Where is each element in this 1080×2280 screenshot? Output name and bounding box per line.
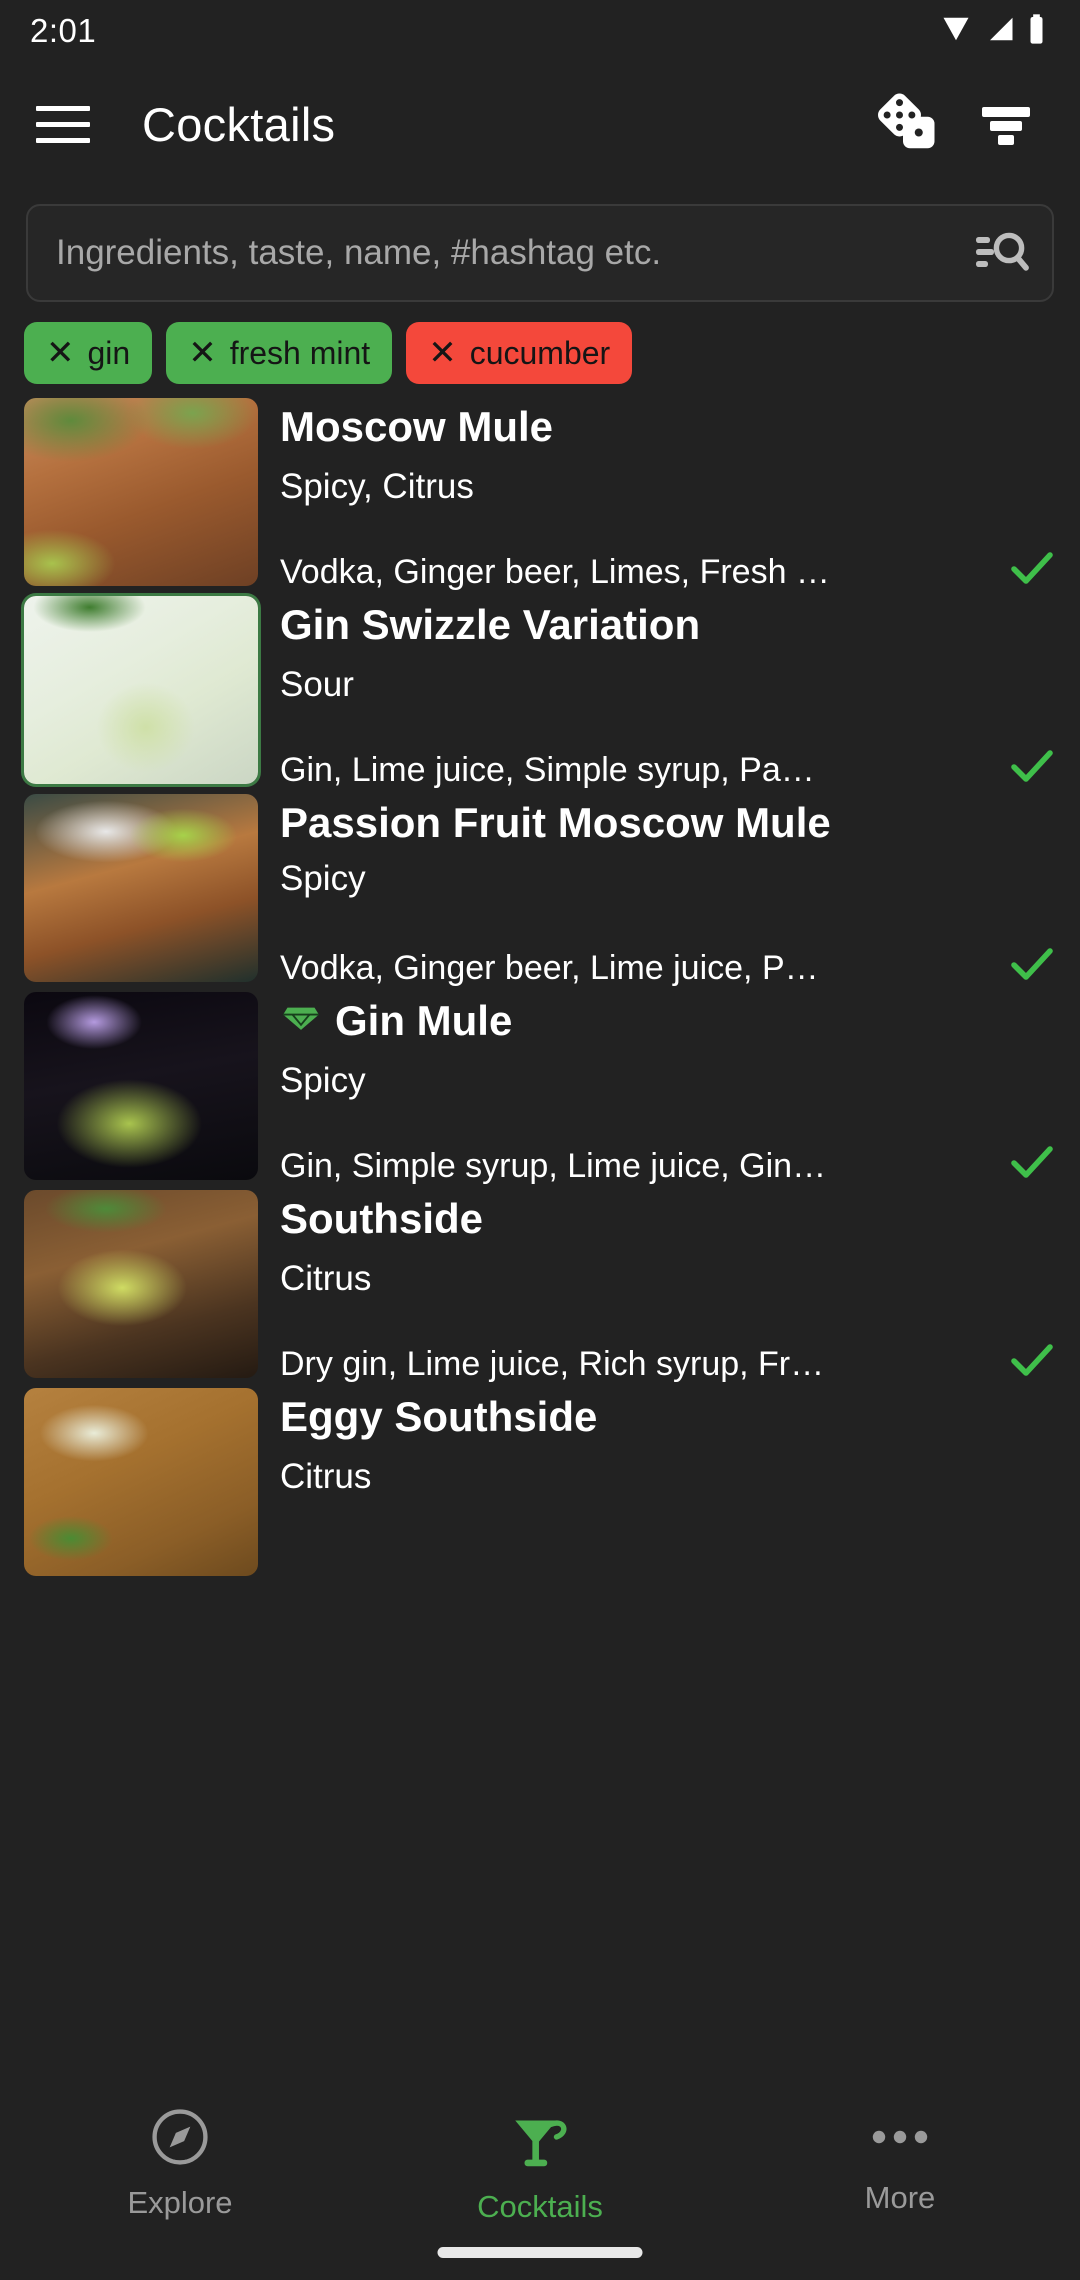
more-dots-icon <box>871 2106 929 2168</box>
list-item[interactable]: Gin Mule Spicy Gin, Simple syrup, Lime j… <box>0 992 1080 1190</box>
cocktail-list[interactable]: Moscow Mule Spicy, Citrus Vodka, Ginger … <box>0 398 1080 1788</box>
cocktail-thumbnail[interactable] <box>24 1388 258 1576</box>
cocktail-thumbnail[interactable] <box>24 992 258 1180</box>
status-bar-icons <box>939 13 1046 50</box>
cocktail-glass-icon <box>507 2106 573 2177</box>
cocktail-thumbnail[interactable] <box>24 1190 258 1378</box>
close-x-icon[interactable]: ✕ <box>46 336 75 370</box>
battery-icon <box>1027 13 1046 50</box>
app-bar: Cocktails <box>0 62 1080 186</box>
dice-icon <box>875 91 945 158</box>
cocktail-ingredients: Gin, Lime juice, Simple syrup, Pa… <box>280 751 815 789</box>
cocktail-taste: Citrus <box>280 1258 372 1298</box>
nav-label: More <box>864 2180 936 2215</box>
cocktail-taste: Spicy, Citrus <box>280 466 474 506</box>
random-cocktail-button[interactable] <box>862 76 958 172</box>
nav-label: Cocktails <box>477 2189 603 2224</box>
filter-chip-list: ✕ gin ✕ fresh mint ✕ cucumber <box>0 302 1080 384</box>
search-box[interactable] <box>26 204 1054 302</box>
cocktail-name: Passion Fruit Moscow Mule <box>280 799 831 846</box>
cocktail-taste: Citrus <box>280 1456 372 1496</box>
list-item[interactable]: Gin Swizzle Variation Sour Gin, Lime jui… <box>0 596 1080 794</box>
nav-item-more[interactable]: More <box>720 2106 1080 2216</box>
status-bar-clock: 2:01 <box>30 12 97 49</box>
cocktail-thumbnail[interactable] <box>24 596 258 784</box>
list-item[interactable]: Moscow Mule Spicy, Citrus Vodka, Ginger … <box>0 398 1080 596</box>
cocktail-info: Moscow Mule Spicy, Citrus Vodka, Ginger … <box>258 398 1056 596</box>
search-section <box>0 186 1080 302</box>
cocktail-name: Moscow Mule <box>280 403 554 450</box>
page-title: Cocktails <box>142 97 336 151</box>
search-input[interactable] <box>56 233 972 273</box>
close-x-icon[interactable]: ✕ <box>188 336 217 370</box>
cocktail-taste: Sour <box>280 664 354 704</box>
cocktail-name: Southside <box>280 1195 484 1242</box>
list-item[interactable]: Passion Fruit Moscow Mule Spicy Vodka, G… <box>0 794 1080 992</box>
hamburger-menu-icon[interactable] <box>36 97 90 151</box>
cocktail-thumbnail[interactable] <box>24 794 258 982</box>
cocktail-ingredients: Dry gin, Lime juice, Rich syrup, Fr… <box>280 1345 825 1383</box>
filter-chip-fresh-mint[interactable]: ✕ fresh mint <box>166 322 393 384</box>
cocktail-info: Gin Swizzle Variation Sour Gin, Lime jui… <box>258 596 1056 794</box>
filter-icon <box>978 99 1034 150</box>
status-bar: 2:01 <box>0 0 1080 62</box>
filter-chip-cucumber[interactable]: ✕ cucumber <box>406 322 633 384</box>
nav-item-explore[interactable]: Explore <box>0 2106 360 2221</box>
app-screen: 2:01 Cocktails Ingredients, taste, name,… <box>0 0 1080 2280</box>
filter-button[interactable] <box>958 76 1054 172</box>
cocktail-ingredients: Vodka, Ginger beer, Lime juice, P… <box>280 949 819 987</box>
cocktail-info: Southside Citrus Dry gin, Lime juice, Ri… <box>258 1190 1056 1388</box>
cocktail-taste: Spicy <box>280 858 366 898</box>
cocktail-ingredients: Vodka, Ginger beer, Limes, Fresh … <box>280 553 830 591</box>
list-item[interactable]: Southside Citrus Dry gin, Lime juice, Ri… <box>0 1190 1080 1388</box>
cocktail-taste: Spicy <box>280 1060 366 1100</box>
filter-chip-gin[interactable]: ✕ gin <box>24 322 153 384</box>
cocktail-info: Passion Fruit Moscow Mule Spicy Vodka, G… <box>258 794 1056 992</box>
filter-chip-label: fresh mint <box>229 334 371 371</box>
available-check-icon <box>1008 1143 1056 1188</box>
cocktail-name-row: Gin Mule <box>280 996 1056 1046</box>
available-check-icon <box>1008 549 1056 594</box>
nav-label: Explore <box>127 2185 233 2220</box>
list-item[interactable]: Eggy Southside Citrus <box>0 1388 1080 1586</box>
wifi-icon <box>939 14 973 49</box>
cocktail-name: Gin Mule <box>335 997 513 1044</box>
cocktail-name: Gin Swizzle Variation <box>280 601 701 648</box>
nav-item-cocktails[interactable]: Cocktails <box>360 2106 720 2225</box>
premium-gem-icon <box>280 996 322 1046</box>
search-with-lines-icon[interactable] <box>972 225 1030 282</box>
cocktail-info: Eggy Southside Citrus <box>258 1388 1056 1586</box>
bottom-navigation: Explore Cocktails More <box>0 2090 1080 2280</box>
compass-icon <box>149 2106 211 2173</box>
available-check-icon <box>1008 747 1056 792</box>
cocktail-info: Gin Mule Spicy Gin, Simple syrup, Lime j… <box>258 992 1056 1190</box>
close-x-icon[interactable]: ✕ <box>428 336 457 370</box>
cellular-signal-icon <box>984 14 1016 49</box>
filter-chip-label: gin <box>87 334 131 371</box>
home-indicator[interactable] <box>437 2247 643 2258</box>
available-check-icon <box>1008 1341 1056 1386</box>
filter-chip-label: cucumber <box>469 334 611 371</box>
cocktail-thumbnail[interactable] <box>24 398 258 586</box>
cocktail-name: Eggy Southside <box>280 1393 598 1440</box>
available-check-icon <box>1008 945 1056 990</box>
cocktail-ingredients: Gin, Simple syrup, Lime juice, Gin… <box>280 1147 827 1185</box>
